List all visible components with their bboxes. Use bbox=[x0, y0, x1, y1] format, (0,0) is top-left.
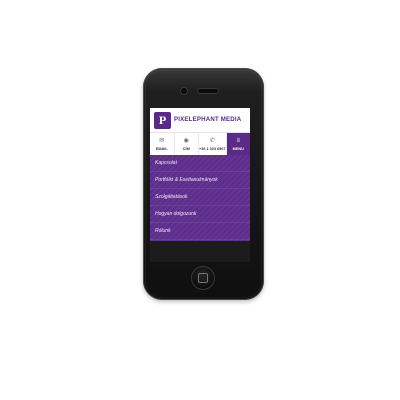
stage: P PIXELEPHANT MEDIA ✉ EMAIL ◉ CÍM ✆ +36 … bbox=[0, 0, 400, 400]
home-button[interactable] bbox=[191, 266, 215, 290]
menu-item-label: Hogyan dolgozunk bbox=[155, 211, 197, 217]
menu-item-label: Portfólió & Esettanulmányok bbox=[155, 177, 218, 183]
menu-item-kapcsolat[interactable]: Kapcsolat bbox=[150, 155, 250, 172]
menu-item-rolunk[interactable]: Rólunk bbox=[150, 223, 250, 240]
menu-item-portfolio[interactable]: Portfólió & Esettanulmányok bbox=[150, 172, 250, 189]
logo[interactable]: P bbox=[154, 112, 171, 129]
nav-email-label: EMAIL bbox=[155, 146, 168, 151]
menu-item-szolgaltatasok[interactable]: Szolgáltatások bbox=[150, 189, 250, 206]
top-nav: ✉ EMAIL ◉ CÍM ✆ +36 1 323 6507 ≡ MENU bbox=[150, 132, 250, 155]
screen-footer bbox=[150, 241, 250, 262]
nav-email[interactable]: ✉ EMAIL bbox=[150, 133, 175, 155]
menu-item-label: Szolgáltatások bbox=[155, 194, 188, 200]
logo-letter: P bbox=[158, 113, 167, 127]
front-camera-icon bbox=[180, 87, 188, 95]
nav-menu[interactable]: ≡ MENU bbox=[226, 133, 250, 155]
menu-item-hogyan-dolgozunk[interactable]: Hogyan dolgozunk bbox=[150, 206, 250, 223]
phone-icon: ✆ bbox=[209, 137, 215, 144]
menu-icon: ≡ bbox=[236, 137, 240, 144]
nav-phone[interactable]: ✆ +36 1 323 6507 bbox=[199, 133, 227, 155]
site-header: P PIXELEPHANT MEDIA bbox=[150, 108, 250, 132]
nav-address-label: CÍM bbox=[182, 146, 190, 151]
phone-screen: P PIXELEPHANT MEDIA ✉ EMAIL ◉ CÍM ✆ +36 … bbox=[150, 108, 250, 262]
nav-address[interactable]: ◉ CÍM bbox=[175, 133, 199, 155]
earpiece-speaker bbox=[197, 88, 219, 94]
menu-item-label: Kapcsolat bbox=[155, 160, 177, 166]
nav-phone-label: +36 1 323 6507 bbox=[199, 146, 226, 151]
mail-icon: ✉ bbox=[159, 137, 165, 144]
location-icon: ◉ bbox=[183, 137, 189, 144]
nav-menu-label: MENU bbox=[232, 146, 244, 151]
menu-item-label: Rólunk bbox=[155, 228, 171, 234]
dropdown-menu: Kapcsolat Portfólió & Esettanulmányok Sz… bbox=[150, 155, 250, 241]
home-square-icon bbox=[198, 273, 208, 283]
brand-name: PIXELEPHANT MEDIA bbox=[174, 116, 242, 123]
